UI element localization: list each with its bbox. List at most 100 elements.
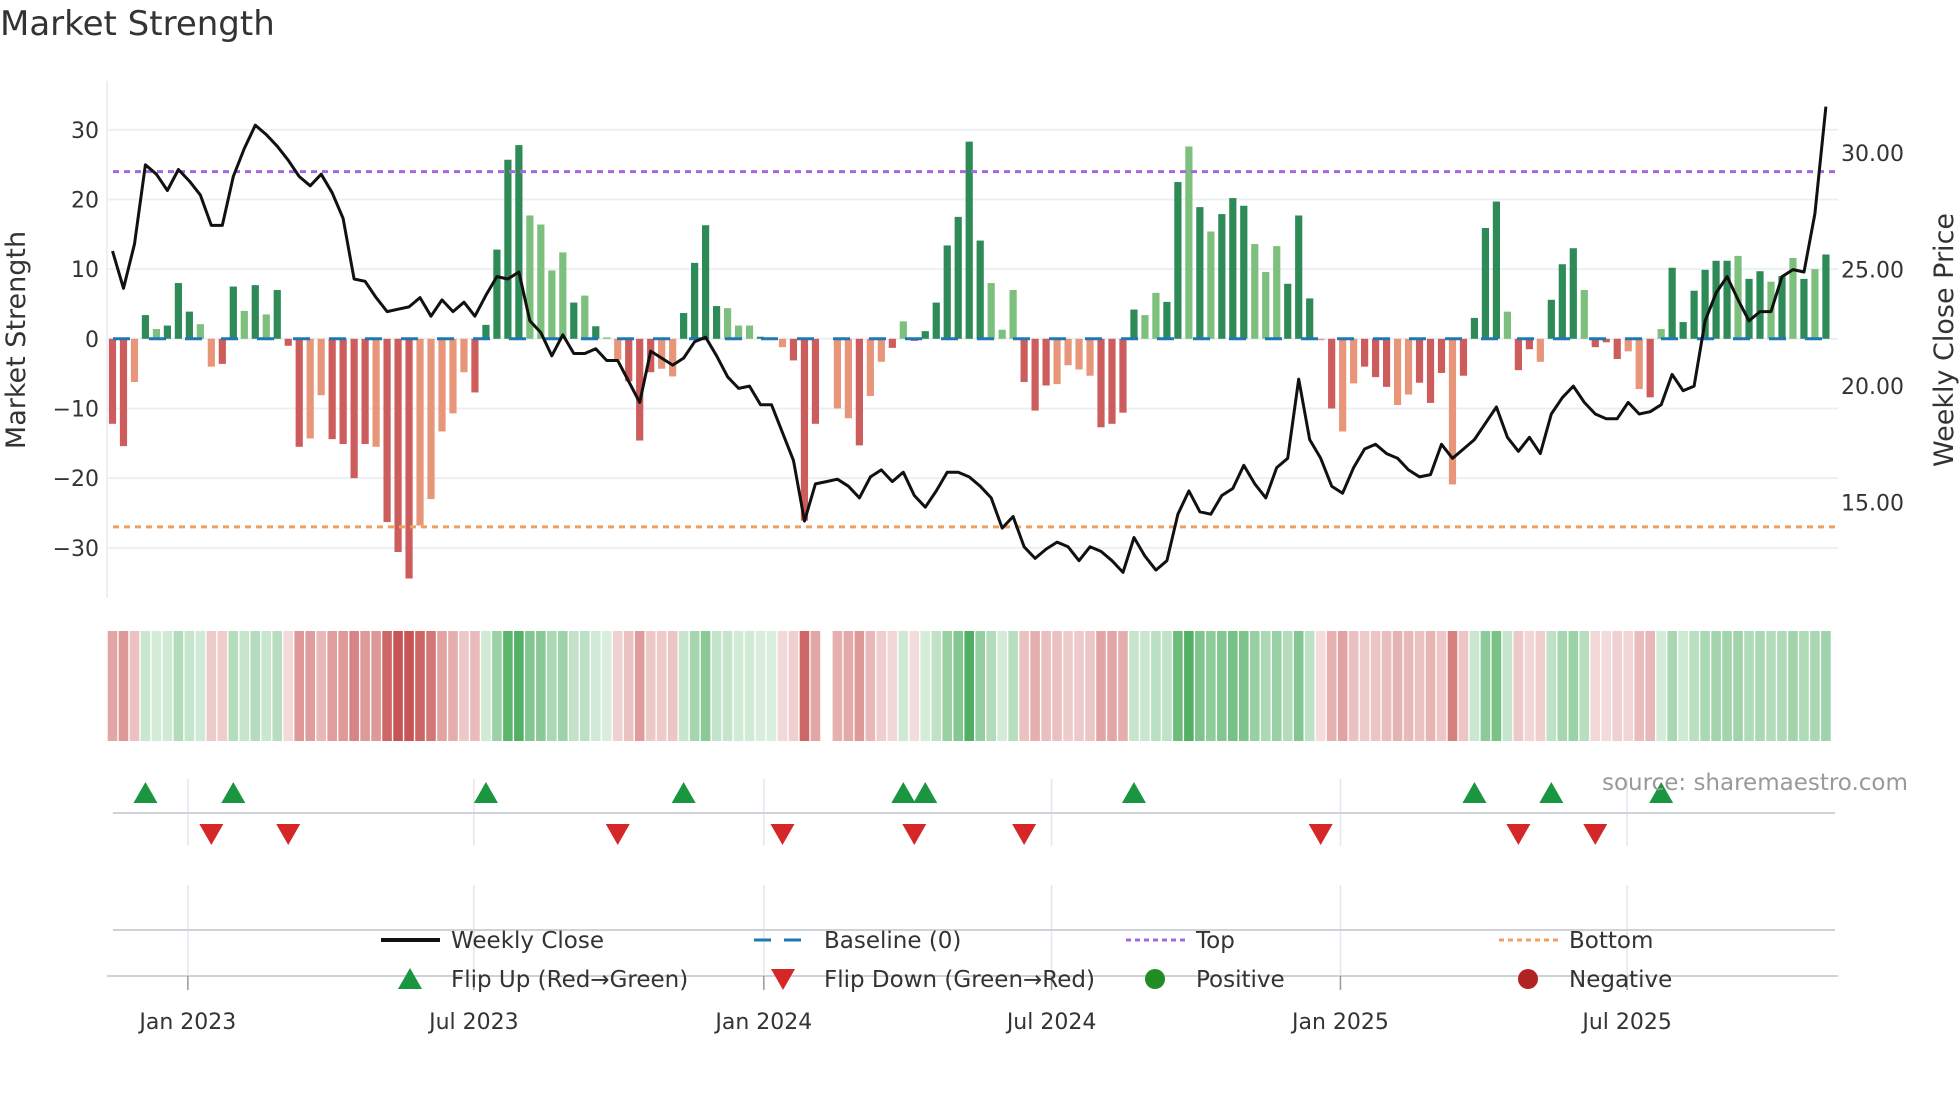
heat-cell: [1118, 631, 1128, 741]
heat-cell: [503, 631, 513, 741]
strength-bar: [405, 338, 413, 579]
heat-cell: [1447, 631, 1458, 741]
strength-bar: [350, 338, 358, 479]
heat-cell: [173, 631, 184, 741]
flip-down-marker: [199, 824, 224, 845]
heat-cell: [645, 631, 656, 741]
strength-bar: [669, 338, 677, 377]
strength-bar: [1800, 278, 1808, 339]
strength-bar: [251, 285, 259, 339]
heat-cell: [382, 631, 392, 741]
strength-bar: [1404, 338, 1413, 395]
heat-cell: [1590, 631, 1601, 741]
heat-cell: [1085, 631, 1095, 741]
strength-bar: [570, 302, 578, 339]
heat-cell: [975, 631, 985, 741]
flip-down-marker: [770, 824, 795, 845]
heat-cell: [1491, 631, 1502, 741]
strength-bar: [1196, 207, 1204, 339]
strength-bar: [207, 338, 215, 367]
x-tick-label: Jul 2024: [1005, 1010, 1097, 1035]
heat-cell: [1469, 631, 1480, 741]
heat-cell: [1623, 631, 1634, 741]
heat-cell: [1348, 631, 1359, 741]
strength-bar: [1558, 264, 1566, 339]
heat-cell: [997, 631, 1007, 741]
strength-bar: [1328, 338, 1336, 409]
heat-cell: [1381, 631, 1392, 741]
heat-cell: [777, 631, 788, 741]
heat-cell: [766, 631, 777, 741]
heat-cell: [1557, 631, 1568, 741]
heat-cell: [1041, 631, 1051, 741]
strength-bar: [328, 338, 336, 440]
strength-bar: [1646, 338, 1654, 398]
strength-bar: [1448, 338, 1457, 485]
heat-cell: [920, 631, 931, 741]
flip-up-marker: [913, 782, 938, 803]
heat-cell: [415, 631, 425, 741]
strength-bar: [1822, 254, 1830, 339]
strength-bar: [1240, 205, 1248, 339]
heat-cell: [1238, 631, 1249, 741]
y-axis-title: Market Strength: [1, 231, 32, 449]
heat-cell: [558, 631, 568, 741]
strength-bar: [680, 313, 688, 339]
strength-bar: [943, 245, 951, 339]
strength-bar: [218, 338, 226, 364]
heat-cell: [1645, 631, 1655, 741]
strength-bar: [482, 324, 490, 339]
heat-cell: [1217, 631, 1227, 741]
heat-cell: [1689, 631, 1699, 741]
strength-bar: [1525, 338, 1533, 350]
y-tick-label: 20: [71, 188, 99, 213]
heat-cell: [129, 631, 140, 741]
heat-cell: [656, 631, 667, 741]
heat-cell: [327, 631, 337, 741]
strength-bar: [1119, 338, 1127, 413]
heat-cell: [184, 631, 195, 741]
heat-cell: [1414, 631, 1425, 741]
strength-bar: [515, 145, 523, 339]
strength-bar: [1635, 338, 1643, 389]
strength-bar: [1613, 338, 1621, 360]
legend-label: Top: [1195, 928, 1235, 954]
strength-bar: [1569, 248, 1577, 339]
heat-cell: [1700, 631, 1710, 741]
flip-up-marker: [1462, 782, 1487, 803]
heat-cell: [1480, 631, 1491, 741]
legend-label: Baseline (0): [824, 928, 961, 954]
strength-bar: [306, 338, 314, 439]
strength-bar: [1207, 231, 1215, 339]
y-tick-label: 0: [85, 328, 99, 353]
heat-cell: [536, 631, 546, 741]
heat-cell: [1458, 631, 1469, 741]
heat-cell: [1129, 631, 1139, 741]
strength-bar: [1031, 338, 1039, 411]
strength-bar: [1745, 278, 1753, 339]
strength-bar: [998, 329, 1006, 339]
strength-bar: [460, 338, 468, 373]
heat-cell: [1821, 631, 1831, 741]
legend-label: Negative: [1569, 967, 1672, 993]
heat-cell: [1711, 631, 1721, 741]
strength-bar: [493, 249, 501, 339]
heat-cell: [711, 631, 722, 741]
strength-bar: [745, 325, 754, 339]
strength-bar: [899, 321, 907, 339]
flip-down-marker: [605, 824, 630, 845]
strength-bar: [811, 338, 820, 424]
legend-label: Flip Up (Red→Green): [451, 967, 688, 993]
heat-cell: [1019, 631, 1029, 741]
flip-down-marker: [1308, 824, 1333, 845]
strength-bar: [932, 302, 940, 339]
x-tick-label: Jul 2025: [1580, 1010, 1672, 1035]
strength-bar: [240, 310, 248, 339]
heat-cell: [931, 631, 942, 741]
heat-cell: [360, 631, 370, 741]
heat-cell: [1788, 631, 1798, 741]
strength-bar: [438, 338, 446, 432]
flip-up-marker: [221, 782, 246, 803]
strength-bar: [1174, 182, 1182, 339]
strength-bar: [1163, 301, 1171, 339]
